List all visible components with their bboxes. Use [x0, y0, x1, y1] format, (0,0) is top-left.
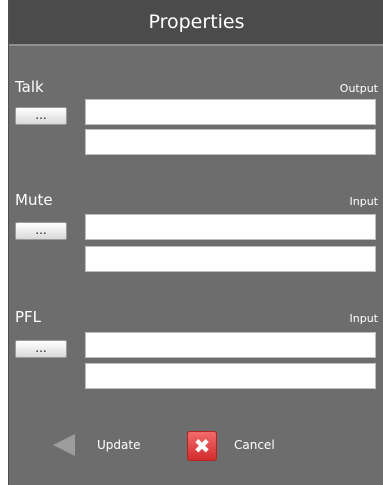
- mute-section-title: Mute: [15, 191, 53, 209]
- pfl-type-label: Input: [349, 312, 378, 325]
- pfl-field-2[interactable]: [85, 363, 376, 389]
- pfl-field-1[interactable]: [85, 332, 376, 358]
- mute-field-1[interactable]: [85, 214, 376, 240]
- footer-bar: Update ✖ Cancel: [9, 425, 383, 465]
- talk-field-2[interactable]: [85, 129, 376, 155]
- pfl-browse-button[interactable]: ...: [15, 340, 67, 358]
- properties-panel: Properties Talk Output ... Mute Input ..…: [8, 0, 383, 485]
- talk-field-1[interactable]: [85, 99, 376, 125]
- update-label[interactable]: Update: [97, 438, 140, 452]
- pfl-section-title: PFL: [15, 308, 42, 326]
- cancel-label[interactable]: Cancel: [234, 438, 275, 452]
- mute-type-label: Input: [349, 195, 378, 208]
- mute-browse-button[interactable]: ...: [15, 222, 67, 240]
- mute-field-2[interactable]: [85, 246, 376, 272]
- panel-title: Properties: [148, 11, 245, 33]
- talk-type-label: Output: [339, 82, 378, 95]
- talk-section-title: Talk: [15, 78, 44, 96]
- close-x-icon[interactable]: ✖: [187, 431, 217, 461]
- title-bar: Properties: [9, 0, 383, 46]
- left-arrow-icon[interactable]: [53, 434, 75, 456]
- talk-browse-button[interactable]: ...: [15, 107, 67, 125]
